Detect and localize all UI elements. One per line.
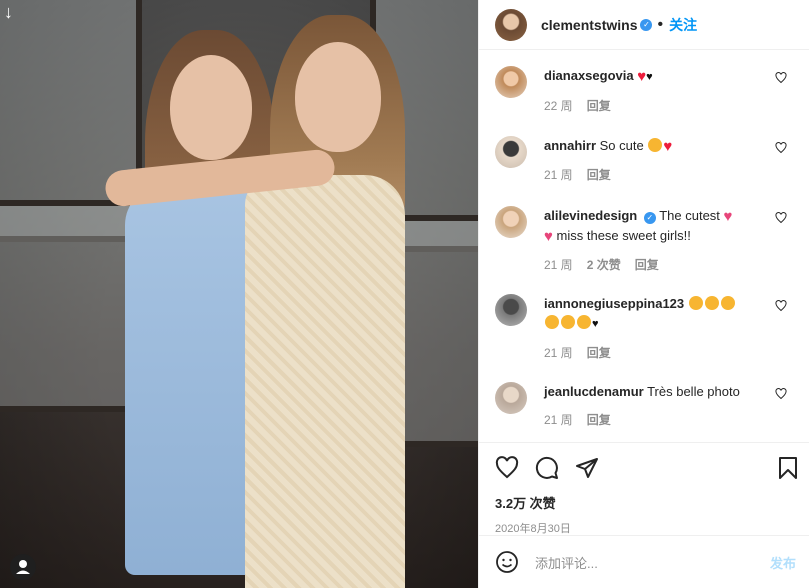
red-heart-icon: ♥ [663, 138, 673, 155]
follow-button[interactable]: 关注 [669, 15, 697, 35]
comment-username[interactable]: jeanlucdenamur [544, 384, 644, 399]
comment-time[interactable]: 22 周 [544, 99, 573, 113]
avatar[interactable] [495, 382, 527, 414]
like-comment-icon[interactable] [775, 142, 787, 154]
comment-time[interactable]: 21 周 [544, 168, 573, 182]
comment-username[interactable]: annahirr [544, 138, 596, 153]
girl-face [295, 42, 381, 152]
comment-item: jeanlucdenamur Très belle photo 21 周回复 [495, 382, 795, 428]
post-username[interactable]: clementstwins [541, 17, 637, 33]
user-tag-button[interactable] [10, 554, 36, 580]
share-icon[interactable] [575, 456, 599, 480]
smiling-hearts-icon [688, 296, 703, 310]
reply-button[interactable]: 回复 [587, 168, 611, 182]
comment-likes[interactable]: 2 次赞 [587, 258, 621, 272]
bookmark-icon[interactable] [776, 456, 800, 480]
smiling-hearts-icon [720, 296, 735, 310]
like-comment-icon[interactable] [775, 388, 787, 400]
like-count[interactable]: 3.2万 次赞 [479, 493, 809, 512]
avatar[interactable] [495, 206, 527, 238]
avatar[interactable] [495, 66, 527, 98]
like-comment-icon[interactable] [775, 212, 787, 224]
comment-item: annahirr So cute ♥ 21 周回复 [495, 136, 795, 183]
smiling-hearts-icon [561, 315, 575, 329]
comment-text: So cute [599, 138, 644, 153]
arrow-down-icon[interactable]: ↓ [4, 2, 13, 23]
avatar[interactable] [495, 136, 527, 168]
comment-input[interactable]: 添加评论... [535, 553, 770, 572]
verified-icon: ✓ [643, 212, 656, 224]
post-header: clementstwins ✓ • 关注 [479, 0, 809, 50]
heart-eyes-icon [648, 138, 663, 152]
background-window [0, 200, 142, 412]
like-comment-icon[interactable] [775, 300, 787, 312]
post-actions: 3.2万 次赞 2020年8月30日 [479, 442, 809, 536]
add-comment-bar: 添加评论... 发布 [479, 535, 809, 588]
floral-dress [245, 175, 405, 588]
post-button[interactable]: 发布 [770, 553, 796, 572]
comment-icon[interactable] [535, 456, 559, 480]
action-bar [479, 443, 809, 493]
reply-button[interactable]: 回复 [587, 413, 611, 427]
comments-list[interactable]: dianaxsegovia ♥♥ 22 周回复 annahirr So cute… [479, 50, 809, 442]
blue-dress [125, 185, 265, 575]
separator-dot: • [657, 15, 664, 33]
comment-username[interactable]: dianaxsegovia [544, 68, 634, 83]
smiling-hearts-icon [704, 296, 719, 310]
sparkling-heart-icon: ♥ [544, 228, 553, 245]
comment-text: The cutest [659, 208, 720, 223]
reply-button[interactable]: 回复 [587, 99, 611, 113]
comment-time[interactable]: 21 周 [544, 346, 573, 360]
avatar[interactable] [495, 8, 527, 41]
post-photo[interactable]: ↓ [0, 0, 478, 588]
comment-time[interactable]: 21 周 [544, 413, 573, 427]
black-heart-icon: ♥ [592, 318, 599, 330]
black-heart-icon: ♥ [646, 71, 653, 83]
like-icon[interactable] [495, 456, 519, 480]
smiling-hearts-icon [545, 315, 559, 329]
red-heart-icon: ♥ [637, 68, 647, 85]
like-comment-icon[interactable] [775, 72, 787, 84]
sparkling-heart-icon: ♥ [723, 208, 733, 225]
smiling-hearts-icon [577, 315, 591, 329]
comment-username[interactable]: iannonegiuseppina123 [544, 296, 684, 311]
person-icon [16, 560, 30, 574]
comment-item: alilevinedesign ✓ The cutest ♥ ♥ miss th… [495, 206, 795, 273]
post-sidebar: clementstwins ✓ • 关注 dianaxsegovia ♥♥ 22… [478, 0, 809, 588]
reply-button[interactable]: 回复 [635, 258, 659, 272]
comment-item: iannonegiuseppina123 ♥ 21 周回复 [495, 294, 795, 361]
girl-face [170, 55, 252, 160]
emoji-icon[interactable] [495, 550, 519, 574]
post-date[interactable]: 2020年8月30日 [479, 520, 809, 536]
avatar[interactable] [495, 294, 527, 326]
reply-button[interactable]: 回复 [587, 346, 611, 360]
comment-time[interactable]: 21 周 [544, 258, 573, 272]
verified-icon: ✓ [640, 18, 653, 31]
comment-text-line2: miss these sweet girls!! [556, 228, 691, 243]
comment-username[interactable]: alilevinedesign [544, 208, 637, 223]
comment-item: dianaxsegovia ♥♥ 22 周回复 [495, 66, 795, 114]
comment-text: Très belle photo [647, 384, 740, 399]
